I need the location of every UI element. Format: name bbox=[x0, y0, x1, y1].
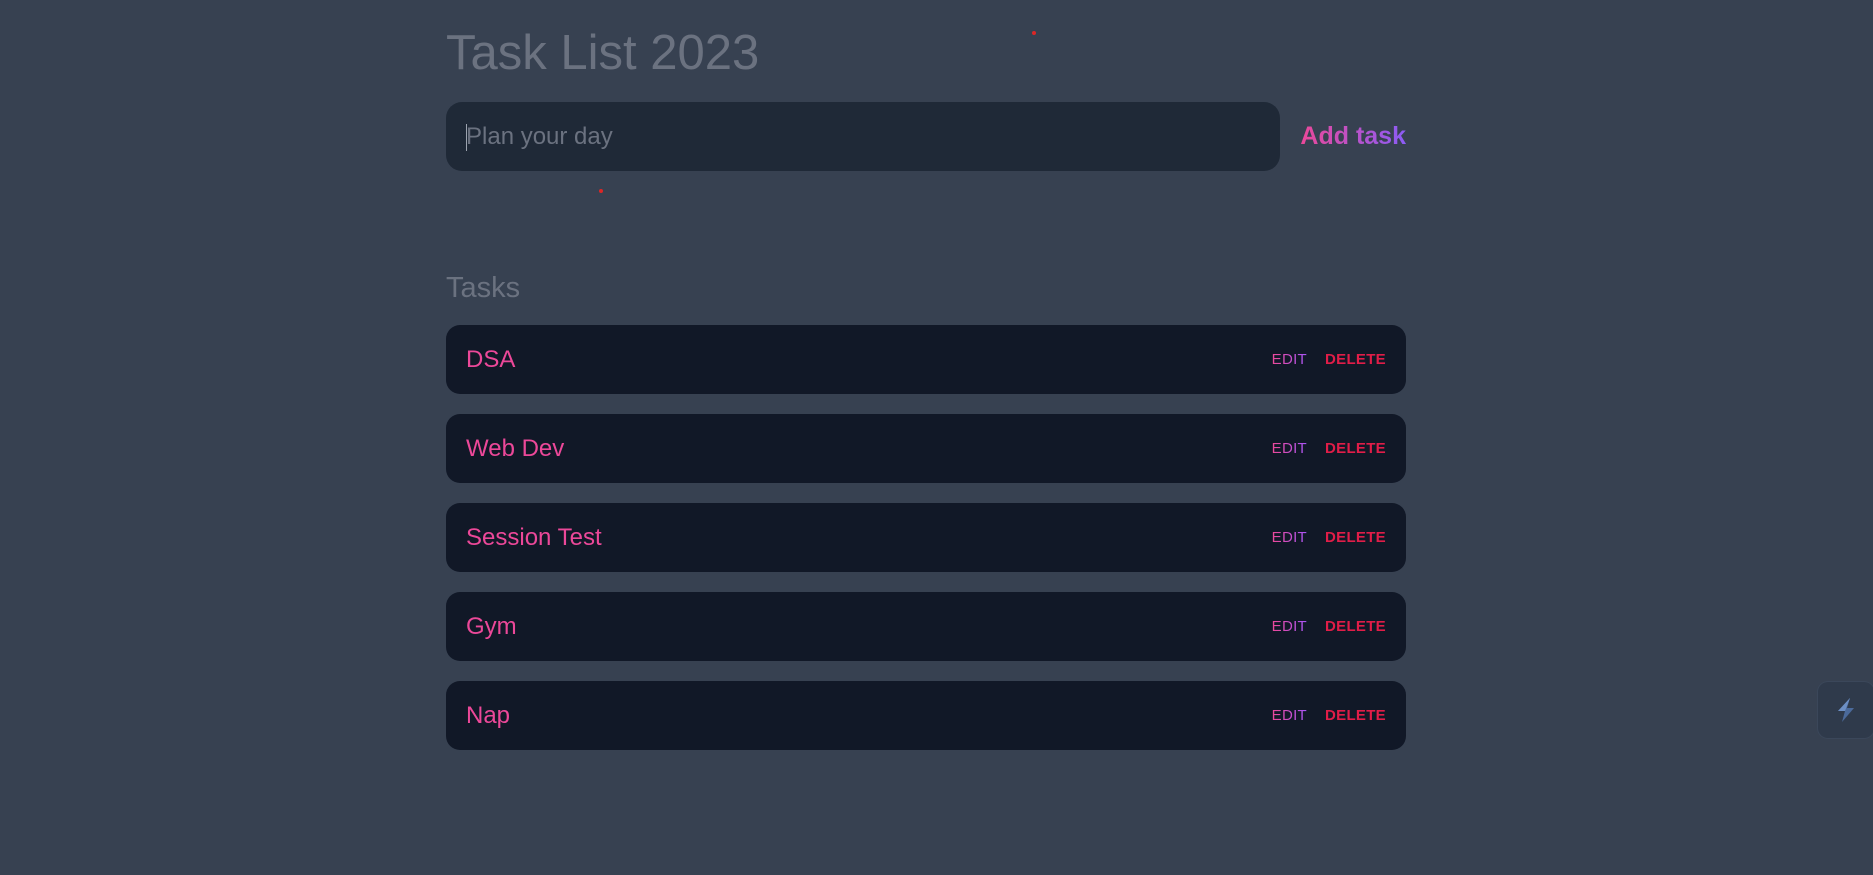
task-row: Gym EDIT DELETE bbox=[446, 592, 1406, 661]
lightning-bolt-icon bbox=[1838, 698, 1854, 722]
delete-button[interactable]: DELETE bbox=[1325, 529, 1386, 546]
task-name: Session Test bbox=[466, 524, 602, 551]
task-row: DSA EDIT DELETE bbox=[446, 325, 1406, 394]
delete-button[interactable]: DELETE bbox=[1325, 618, 1386, 635]
add-task-button[interactable]: Add task bbox=[1300, 102, 1406, 171]
task-actions: EDIT DELETE bbox=[1272, 503, 1386, 572]
edit-button[interactable]: EDIT bbox=[1272, 618, 1307, 635]
task-name: Gym bbox=[466, 613, 517, 640]
delete-button[interactable]: DELETE bbox=[1325, 440, 1386, 457]
tasks-section-title: Tasks bbox=[446, 272, 521, 304]
task-name: Nap bbox=[466, 702, 511, 729]
delete-button[interactable]: DELETE bbox=[1325, 351, 1386, 368]
text-caret bbox=[466, 124, 467, 151]
page-title: Task List 2023 bbox=[446, 26, 760, 80]
task-list: DSA EDIT DELETE Web Dev EDIT DELETE Sess… bbox=[446, 325, 1406, 770]
task-actions: EDIT DELETE bbox=[1272, 414, 1386, 483]
task-input[interactable] bbox=[446, 102, 1280, 171]
new-task-form: Add task bbox=[446, 102, 1406, 171]
task-actions: EDIT DELETE bbox=[1272, 592, 1386, 661]
task-name: DSA bbox=[466, 346, 516, 373]
edit-button[interactable]: EDIT bbox=[1272, 529, 1307, 546]
edit-button[interactable]: EDIT bbox=[1272, 707, 1307, 724]
task-row: Session Test EDIT DELETE bbox=[446, 503, 1406, 572]
task-row: Nap EDIT DELETE bbox=[446, 681, 1406, 750]
task-actions: EDIT DELETE bbox=[1272, 325, 1386, 394]
floating-widget-button[interactable] bbox=[1818, 682, 1873, 738]
task-actions: EDIT DELETE bbox=[1272, 681, 1386, 750]
task-name: Web Dev bbox=[466, 435, 565, 462]
stray-dot bbox=[1032, 31, 1036, 35]
edit-button[interactable]: EDIT bbox=[1272, 351, 1307, 368]
task-row: Web Dev EDIT DELETE bbox=[446, 414, 1406, 483]
delete-button[interactable]: DELETE bbox=[1325, 707, 1386, 724]
edit-button[interactable]: EDIT bbox=[1272, 440, 1307, 457]
stray-dot bbox=[599, 189, 603, 193]
